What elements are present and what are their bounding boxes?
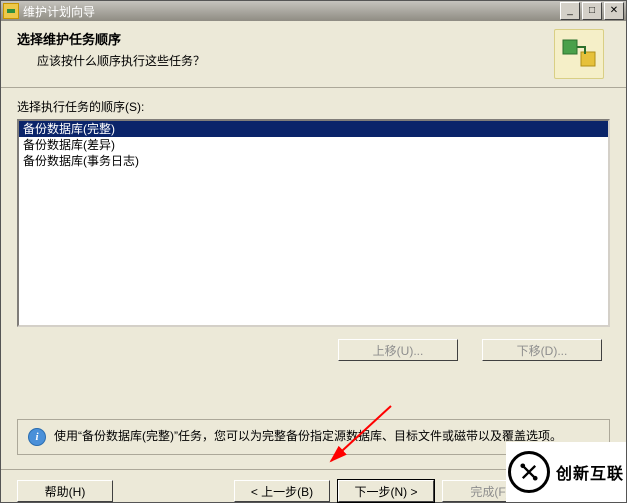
move-up-button[interactable]: 上移(U)... bbox=[338, 339, 458, 361]
list-item[interactable]: 备份数据库(完整) bbox=[19, 121, 608, 137]
task-order-label: 选择执行任务的顺序(S): bbox=[17, 98, 610, 115]
header-title: 选择维护任务顺序 bbox=[17, 29, 554, 48]
list-item[interactable]: 备份数据库(差异) bbox=[19, 137, 608, 153]
window-title: 维护计划向导 bbox=[23, 3, 560, 20]
move-down-button[interactable]: 下移(D)... bbox=[482, 339, 602, 361]
wizard-header-icon bbox=[554, 29, 604, 79]
logo-text: 创新互联 bbox=[556, 460, 624, 484]
next-button[interactable]: 下一步(N) > bbox=[338, 480, 434, 502]
logo-icon bbox=[508, 451, 550, 493]
titlebar: 维护计划向导 _ □ ✕ bbox=[1, 1, 626, 21]
wizard-window: 维护计划向导 _ □ ✕ 选择维护任务顺序 应该按什么顺序执行这些任务？ 选择执… bbox=[0, 0, 627, 503]
minimize-button[interactable]: _ bbox=[560, 2, 580, 20]
header-subtitle: 应该按什么顺序执行这些任务？ bbox=[37, 52, 554, 69]
window-controls: _ □ ✕ bbox=[560, 2, 624, 20]
task-order-list[interactable]: 备份数据库(完整) 备份数据库(差异) 备份数据库(事务日志) bbox=[17, 119, 610, 327]
wizard-header: 选择维护任务顺序 应该按什么顺序执行这些任务？ bbox=[1, 21, 626, 88]
help-button[interactable]: 帮助(H) bbox=[17, 480, 113, 502]
watermark-logo: 创新互联 bbox=[506, 442, 626, 502]
maximize-button[interactable]: □ bbox=[582, 2, 602, 20]
info-icon: i bbox=[28, 428, 46, 446]
close-button[interactable]: ✕ bbox=[604, 2, 624, 20]
back-button[interactable]: < 上一步(B) bbox=[234, 480, 330, 502]
list-item[interactable]: 备份数据库(事务日志) bbox=[19, 153, 608, 169]
wizard-body: 选择执行任务的顺序(S): 备份数据库(完整) 备份数据库(差异) 备份数据库(… bbox=[1, 88, 626, 399]
wizard-icon bbox=[3, 3, 19, 19]
